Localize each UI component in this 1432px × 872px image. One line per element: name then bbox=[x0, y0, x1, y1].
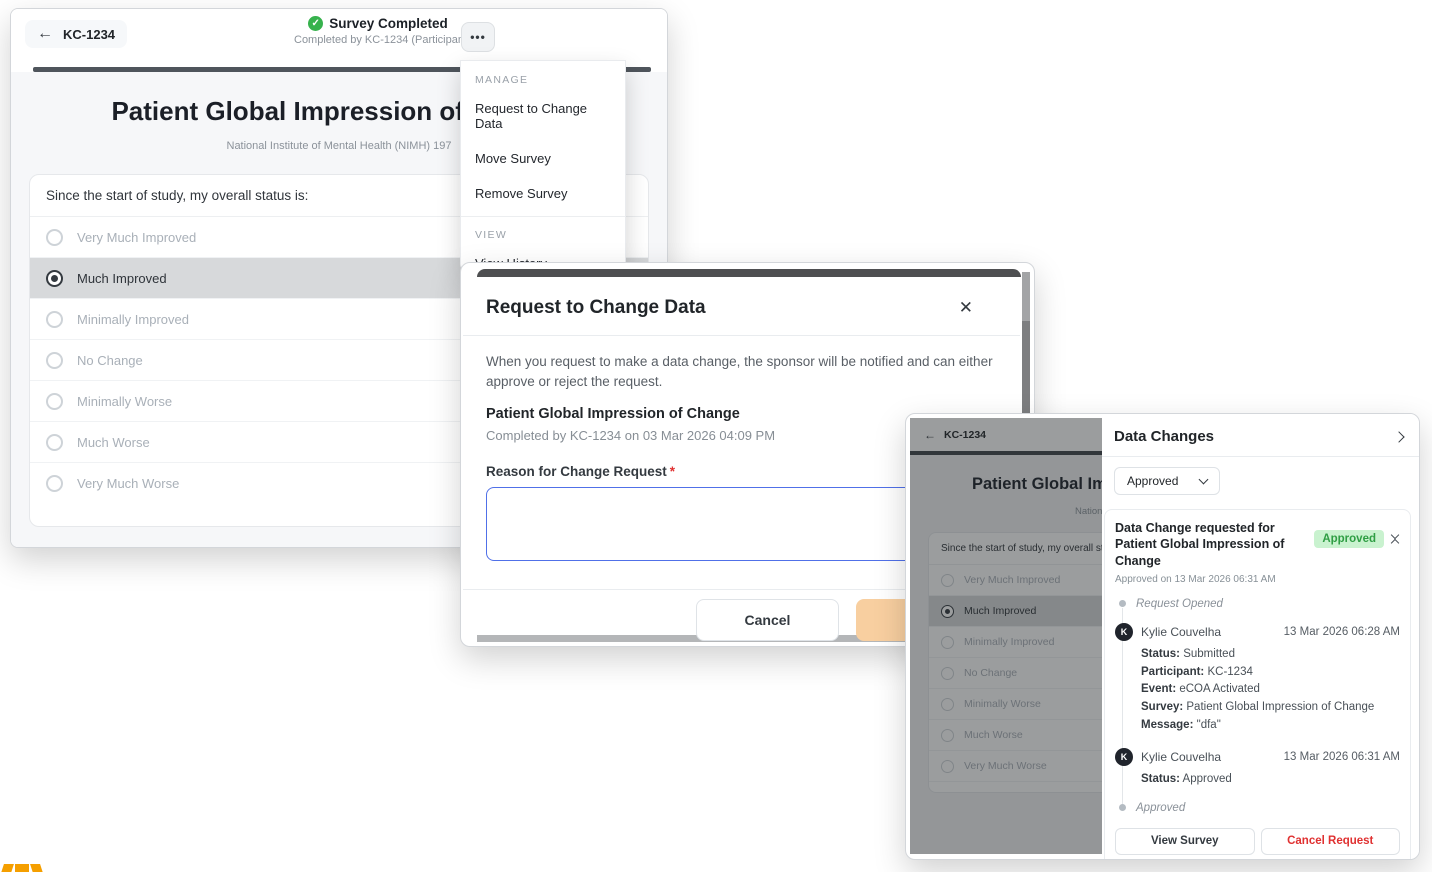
chevron-down-icon bbox=[1199, 475, 1209, 485]
brand-logo bbox=[2, 864, 42, 872]
entry-timestamp: 13 Mar 2026 06:31 AM bbox=[1284, 751, 1400, 763]
option-label: Very Much Worse bbox=[77, 476, 179, 491]
radio-selected-icon bbox=[46, 270, 63, 287]
status-filter-value: Approved bbox=[1127, 474, 1178, 488]
radio-icon bbox=[46, 434, 63, 451]
modal-backdrop-overlay bbox=[910, 418, 1102, 854]
data-change-card: Data Change requested for Patient Global… bbox=[1104, 509, 1411, 860]
option-label: Much Improved bbox=[77, 271, 167, 286]
radio-icon bbox=[46, 311, 63, 328]
check-circle-icon: ✓ bbox=[308, 16, 323, 31]
menu-item-move-survey[interactable]: Move Survey bbox=[461, 141, 625, 176]
screen: ← KC-1234 ✓ Survey Completed Completed b… bbox=[0, 0, 1432, 872]
status-filter-dropdown[interactable]: Approved bbox=[1114, 467, 1220, 495]
back-arrow-icon: ← bbox=[37, 26, 53, 42]
entry-detail: Survey: Patient Global Impression of Cha… bbox=[1141, 699, 1400, 717]
radio-icon bbox=[46, 475, 63, 492]
milestone-dot-icon bbox=[1119, 804, 1126, 811]
menu-section-manage: MANAGE bbox=[461, 67, 625, 91]
entry-detail: Status: Submitted bbox=[1141, 646, 1400, 664]
option-label: No Change bbox=[77, 353, 143, 368]
data-changes-panel: Data Changes Approved Data Change reques… bbox=[1102, 414, 1419, 859]
view-survey-button[interactable]: View Survey bbox=[1115, 828, 1255, 855]
status-title: Survey Completed bbox=[329, 16, 448, 31]
status-subtitle: Completed by KC-1234 (Participant) bbox=[294, 34, 462, 46]
avatar: K bbox=[1115, 748, 1133, 766]
timeline-entry: K Kylie Couvelha 13 Mar 2026 06:28 AM St… bbox=[1115, 623, 1400, 735]
entry-detail: Status: Approved bbox=[1141, 771, 1400, 789]
option-label: Minimally Improved bbox=[77, 312, 189, 327]
survey-status: ✓ Survey Completed Completed by KC-1234 … bbox=[294, 16, 462, 46]
reason-label: Reason for Change Request bbox=[486, 464, 667, 479]
approved-timestamp-line: Approved on 13 Mar 2026 06:31 AM bbox=[1115, 574, 1400, 585]
milestone-dot-icon bbox=[1119, 600, 1126, 607]
entry-timestamp: 13 Mar 2026 06:28 AM bbox=[1284, 626, 1400, 638]
timeline-milestone-approved: Approved bbox=[1115, 802, 1400, 814]
avatar: K bbox=[1115, 623, 1133, 641]
chevron-right-icon[interactable] bbox=[1393, 431, 1404, 442]
collapse-icon[interactable] bbox=[1392, 532, 1398, 546]
dimmed-progress-bar bbox=[477, 269, 1021, 277]
required-marker: * bbox=[670, 464, 675, 479]
data-change-card-title: Data Change requested for Patient Global… bbox=[1115, 520, 1313, 569]
survey-header: ← KC-1234 ✓ Survey Completed Completed b… bbox=[11, 9, 667, 61]
data-changes-title: Data Changes bbox=[1114, 428, 1214, 445]
data-changes-window: ← KC-1234 Patient Global Impression of C… bbox=[905, 413, 1420, 860]
dimmed-survey-preview: ← KC-1234 Patient Global Impression of C… bbox=[910, 418, 1102, 854]
entry-detail: Event: eCOA Activated bbox=[1141, 681, 1400, 699]
milestone-label: Request Opened bbox=[1136, 598, 1223, 610]
radio-icon bbox=[46, 393, 63, 410]
timeline-milestone-opened: Request Opened bbox=[1115, 598, 1400, 610]
milestone-label: Approved bbox=[1136, 802, 1185, 814]
modal-description: When you request to make a data change, … bbox=[486, 352, 1006, 391]
menu-section-view: VIEW bbox=[461, 222, 625, 246]
more-options-button[interactable]: ••• bbox=[461, 22, 495, 52]
cancel-request-button[interactable]: Cancel Request bbox=[1261, 828, 1401, 855]
participant-id: KC-1234 bbox=[63, 27, 115, 42]
entry-detail: Message: "dfa" bbox=[1141, 717, 1400, 735]
modal-title: Request to Change Data bbox=[486, 297, 706, 318]
timeline: Request Opened K Kylie Couvelha 13 Mar 2… bbox=[1115, 598, 1400, 814]
option-label: Very Much Improved bbox=[77, 230, 196, 245]
modal-divider bbox=[463, 335, 1020, 336]
entry-author: Kylie Couvelha bbox=[1141, 750, 1221, 764]
option-label: Much Worse bbox=[77, 435, 150, 450]
back-button[interactable]: ← KC-1234 bbox=[25, 20, 127, 48]
entry-detail: Participant: KC-1234 bbox=[1141, 664, 1400, 682]
cancel-button[interactable]: Cancel bbox=[696, 599, 839, 641]
menu-divider bbox=[461, 216, 625, 217]
radio-icon bbox=[46, 352, 63, 369]
menu-item-remove-survey[interactable]: Remove Survey bbox=[461, 176, 625, 211]
timeline-entry: K Kylie Couvelha 13 Mar 2026 06:31 AM St… bbox=[1115, 748, 1400, 789]
entry-author: Kylie Couvelha bbox=[1141, 625, 1221, 639]
close-icon[interactable]: ✕ bbox=[959, 298, 973, 318]
option-label: Minimally Worse bbox=[77, 394, 172, 409]
radio-icon bbox=[46, 229, 63, 246]
menu-item-request-to-change-data[interactable]: Request to Change Data bbox=[461, 91, 625, 141]
status-badge: Approved bbox=[1314, 530, 1384, 548]
more-options-menu: MANAGE Request to Change Data Move Surve… bbox=[460, 60, 626, 272]
